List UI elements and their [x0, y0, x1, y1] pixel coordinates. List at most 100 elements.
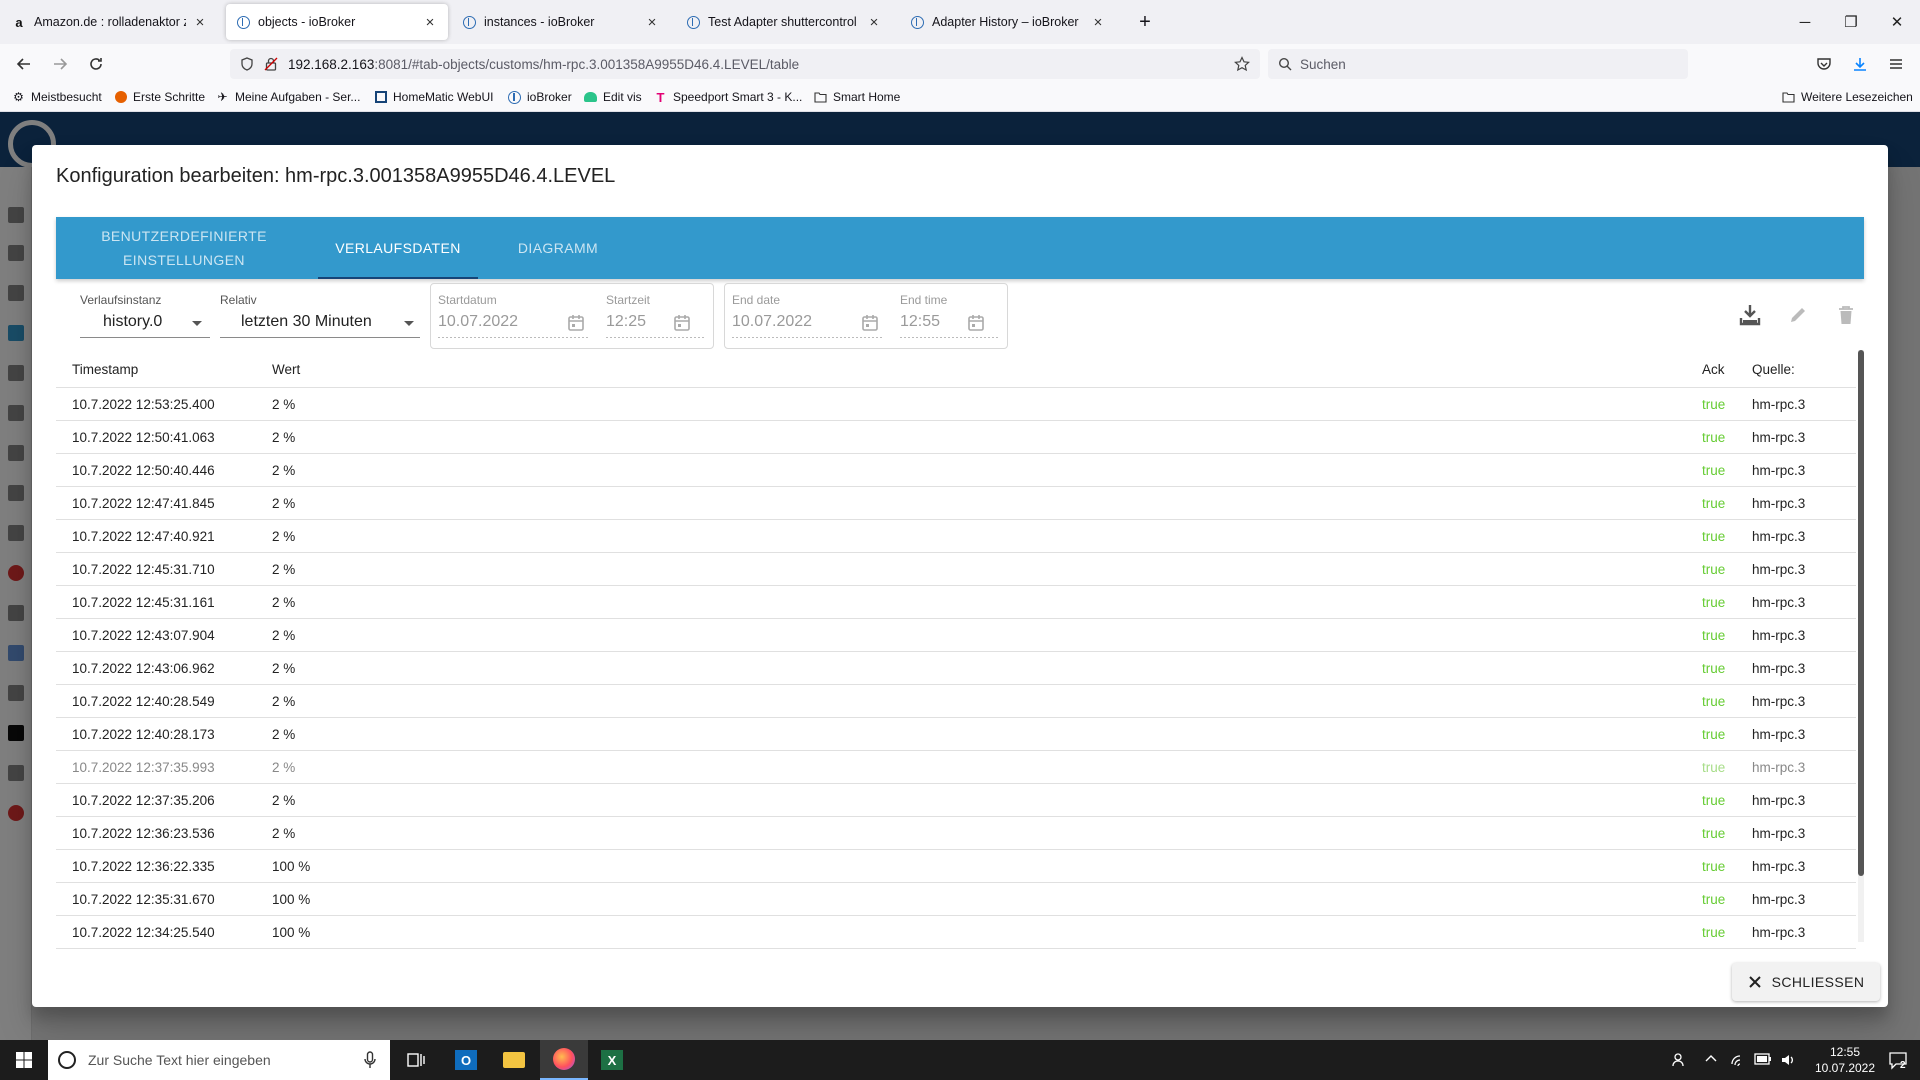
- column-header-ack[interactable]: Ack: [1702, 362, 1725, 377]
- bookmark-star-icon[interactable]: [1234, 56, 1250, 72]
- outlook-app[interactable]: O: [442, 1040, 490, 1080]
- chevron-down-icon: [404, 321, 414, 326]
- table-row[interactable]: 10.7.2022 12:36:22.335 100 % true hm-rpc.3: [56, 850, 1856, 883]
- restore-button[interactable]: ❐: [1828, 0, 1874, 44]
- calendar-icon[interactable]: [860, 313, 880, 333]
- close-tab-icon[interactable]: ×: [192, 14, 208, 31]
- bookmark-meine-aufgaben[interactable]: ✈ Meine Aufgaben - Ser...: [216, 90, 360, 104]
- delete-button[interactable]: [1832, 301, 1860, 329]
- table-row[interactable]: 10.7.2022 12:47:41.845 2 % true hm-rpc.3: [56, 487, 1856, 520]
- cell-value: 2 %: [272, 562, 296, 577]
- people-icon[interactable]: [1672, 1052, 1688, 1068]
- table-row[interactable]: 10.7.2022 12:37:35.206 2 % true hm-rpc.3: [56, 784, 1856, 817]
- table-scrollbar[interactable]: [1858, 350, 1864, 942]
- wifi-icon[interactable]: [1730, 1052, 1746, 1068]
- tab-history-data[interactable]: VERLAUFSDATEN: [318, 217, 478, 279]
- table-row[interactable]: 10.7.2022 12:40:28.549 2 % true hm-rpc.3: [56, 685, 1856, 718]
- cell-source: hm-rpc.3: [1752, 496, 1806, 511]
- url-bar[interactable]: 192.168.2.163:8081/#tab-objects/customs/…: [230, 49, 1260, 79]
- close-tab-icon[interactable]: ×: [866, 14, 882, 31]
- battery-icon[interactable]: [1754, 1053, 1772, 1065]
- calendar-icon[interactable]: [966, 313, 986, 333]
- downloads-button[interactable]: [1846, 50, 1874, 78]
- back-button[interactable]: [10, 50, 38, 78]
- bookmark-label: Meine Aufgaben - Ser...: [235, 90, 361, 104]
- minimize-button[interactable]: ─: [1782, 0, 1828, 44]
- table-row[interactable]: 10.7.2022 12:34:25.540 100 % true hm-rpc.3: [56, 916, 1856, 949]
- folder-icon: [503, 1052, 525, 1068]
- new-tab-button[interactable]: +: [1128, 4, 1162, 40]
- table-row[interactable]: 10.7.2022 12:50:41.063 2 % true hm-rpc.3: [56, 421, 1856, 454]
- table-row[interactable]: 10.7.2022 12:47:40.921 2 % true hm-rpc.3: [56, 520, 1856, 553]
- bookmark-iobroker[interactable]: ioBroker: [508, 90, 572, 104]
- close-dialog-button[interactable]: SCHLIESSEN: [1732, 963, 1880, 1001]
- table-row[interactable]: 10.7.2022 12:37:35.993 2 % true hm-rpc.3: [56, 751, 1856, 784]
- chevron-up-icon[interactable]: [1704, 1052, 1718, 1066]
- bookmark-label: HomeMatic WebUI: [393, 90, 494, 104]
- table-row[interactable]: 10.7.2022 12:40:28.173 2 % true hm-rpc.3: [56, 718, 1856, 751]
- column-header-value[interactable]: Wert: [272, 362, 300, 377]
- browser-tab-shuttercontrol[interactable]: Test Adapter shuttercontrol v1.4 ×: [676, 4, 892, 40]
- bookmark-speedport[interactable]: T Speedport Smart 3 - K...: [654, 90, 803, 105]
- cell-ack: true: [1702, 430, 1726, 445]
- bookmark-homematic[interactable]: HomeMatic WebUI: [374, 90, 493, 104]
- file-explorer-app[interactable]: [490, 1040, 538, 1080]
- table-row[interactable]: 10.7.2022 12:45:31.710 2 % true hm-rpc.3: [56, 553, 1856, 586]
- reload-button[interactable]: [82, 50, 110, 78]
- tab-chart[interactable]: DIAGRAMM: [478, 217, 638, 279]
- edit-button[interactable]: [1784, 301, 1812, 329]
- column-header-timestamp[interactable]: Timestamp: [72, 362, 138, 377]
- browser-tab-instances[interactable]: instances - ioBroker ×: [452, 4, 670, 40]
- firefox-app[interactable]: [540, 1040, 588, 1080]
- bookmark-erste-schritte[interactable]: Erste Schritte: [114, 90, 205, 104]
- menu-button[interactable]: [1882, 50, 1910, 78]
- start-button[interactable]: [0, 1040, 48, 1080]
- table-row[interactable]: 10.7.2022 12:36:23.536 2 % true hm-rpc.3: [56, 817, 1856, 850]
- excel-app[interactable]: X: [588, 1040, 636, 1080]
- browser-tab-amazon[interactable]: a Amazon.de : rolladenaktor zigb ×: [2, 4, 218, 40]
- table-row[interactable]: 10.7.2022 12:35:31.670 100 % true hm-rpc.3: [56, 883, 1856, 916]
- calendar-icon[interactable]: [566, 313, 586, 333]
- arrow-left-icon: [16, 58, 30, 70]
- forward-button[interactable]: [46, 50, 74, 78]
- close-icon: ✕: [1890, 14, 1904, 31]
- cell-timestamp: 10.7.2022 12:45:31.161: [72, 595, 215, 610]
- cell-timestamp: 10.7.2022 12:36:22.335: [72, 859, 215, 874]
- download-icon: [1739, 305, 1761, 326]
- cell-source: hm-rpc.3: [1752, 727, 1806, 742]
- cell-value: 2 %: [272, 463, 296, 478]
- tab-title: Adapter History – ioBroker: [932, 15, 1079, 29]
- cell-source: hm-rpc.3: [1752, 397, 1806, 412]
- bookmark-smart-home[interactable]: Smart Home: [814, 90, 900, 104]
- tab-label: VERLAUFSDATEN: [335, 240, 461, 256]
- clock[interactable]: 12:55 10.07.2022: [1810, 1044, 1880, 1076]
- scrollbar-thumb[interactable]: [1858, 350, 1864, 876]
- close-window-button[interactable]: ✕: [1874, 0, 1920, 44]
- bookmark-edit-vis[interactable]: Edit vis: [584, 90, 642, 104]
- notification-count: 2: [1900, 1060, 1906, 1071]
- task-view-button[interactable]: [392, 1040, 440, 1080]
- minimize-icon: ─: [1799, 13, 1811, 31]
- browser-tab-objects[interactable]: objects - ioBroker ×: [226, 4, 448, 40]
- download-button[interactable]: [1736, 301, 1764, 329]
- pocket-button[interactable]: [1810, 50, 1838, 78]
- task-icon: ✈: [217, 90, 228, 104]
- microphone-icon[interactable]: [364, 1051, 376, 1069]
- table-row[interactable]: 10.7.2022 12:43:07.904 2 % true hm-rpc.3: [56, 619, 1856, 652]
- speaker-icon[interactable]: [1780, 1052, 1796, 1068]
- other-bookmarks[interactable]: Weitere Lesezeichen: [1782, 90, 1913, 104]
- calendar-icon[interactable]: [672, 313, 692, 333]
- tab-custom-settings[interactable]: BENUTZERDEFINIERTE EINSTELLUNGEN: [74, 217, 294, 279]
- column-header-source[interactable]: Quelle:: [1752, 362, 1795, 377]
- search-bar[interactable]: Suchen: [1268, 49, 1688, 79]
- table-row[interactable]: 10.7.2022 12:45:31.161 2 % true hm-rpc.3: [56, 586, 1856, 619]
- table-row[interactable]: 10.7.2022 12:50:40.446 2 % true hm-rpc.3: [56, 454, 1856, 487]
- taskbar-search-input[interactable]: Zur Suche Text hier eingeben: [48, 1040, 390, 1080]
- close-tab-icon[interactable]: ×: [422, 14, 438, 31]
- browser-tab-adapter-history[interactable]: Adapter History – ioBroker ×: [900, 4, 1116, 40]
- bookmark-meistbesucht[interactable]: ⚙ Meistbesucht: [12, 90, 102, 104]
- close-tab-icon[interactable]: ×: [644, 14, 660, 31]
- table-row[interactable]: 10.7.2022 12:53:25.400 2 % true hm-rpc.3: [56, 388, 1856, 421]
- close-tab-icon[interactable]: ×: [1090, 14, 1106, 31]
- table-row[interactable]: 10.7.2022 12:43:06.962 2 % true hm-rpc.3: [56, 652, 1856, 685]
